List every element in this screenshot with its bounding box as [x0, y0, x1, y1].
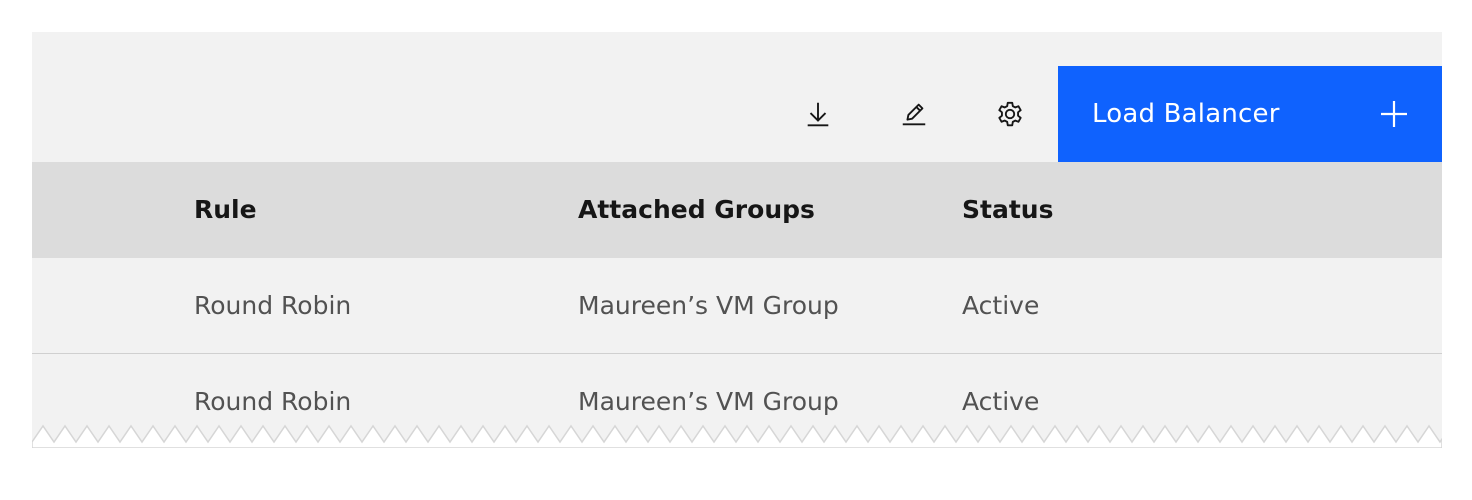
download-button[interactable] [770, 66, 866, 162]
cell-status: Active [962, 291, 1040, 320]
download-icon [807, 102, 829, 127]
data-table-container: Load Balancer Rule Attached Groups Statu… [32, 32, 1442, 447]
add-load-balancer-label: Load Balancer [1092, 99, 1280, 129]
table-toolbar: Load Balancer [32, 32, 1442, 162]
gear-icon [998, 101, 1022, 127]
column-header-rule[interactable]: Rule [194, 162, 257, 258]
torn-edge-divider [32, 424, 1442, 448]
cell-attached-groups: Maureen’s VM Group [578, 291, 839, 320]
cell-rule: Round Robin [194, 291, 352, 320]
edit-pencil-icon [902, 103, 926, 126]
column-header-status[interactable]: Status [962, 162, 1053, 258]
table-row[interactable]: Round Robin Maureen’s VM Group Active [32, 258, 1442, 354]
plus-icon [1381, 101, 1407, 127]
edit-button[interactable] [866, 66, 962, 162]
add-load-balancer-button[interactable]: Load Balancer [1058, 66, 1442, 162]
table-header: Rule Attached Groups Status [32, 162, 1442, 258]
column-header-attached-groups[interactable]: Attached Groups [578, 162, 815, 258]
settings-button[interactable] [962, 66, 1058, 162]
